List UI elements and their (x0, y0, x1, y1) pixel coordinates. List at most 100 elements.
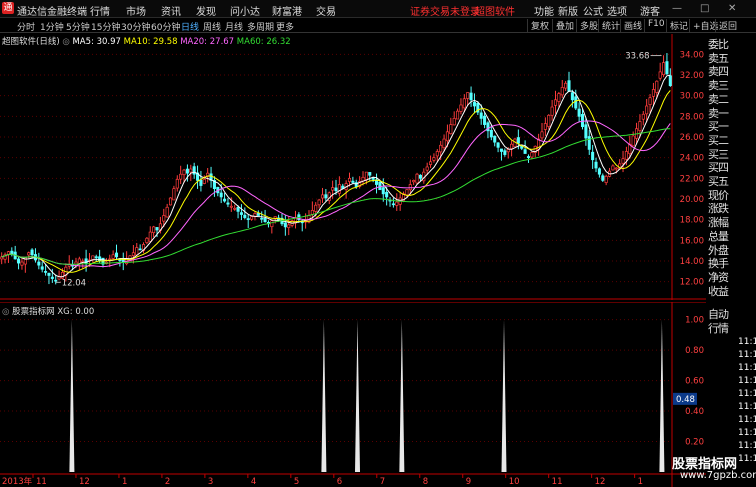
candle (655, 80, 659, 93)
candle (219, 192, 223, 198)
quote-tab-label[interactable]: 行情 (708, 320, 729, 336)
btn-multistock[interactable]: 多股 (576, 19, 598, 32)
period-monthly[interactable]: 月线 (225, 20, 243, 33)
candlestick-chart[interactable]: 34.00 32.00 30.00 28.00 26.00 24.00 22.00 20.00… (0, 34, 706, 300)
y-tick-label: 20.00 (680, 195, 704, 205)
candle (557, 93, 561, 102)
btn-mark[interactable]: 标记 (666, 19, 688, 32)
menu-news[interactable]: 资讯 (161, 3, 181, 18)
candle (263, 217, 267, 223)
login-notice[interactable]: 证券交易未登录 (410, 3, 480, 18)
candle (202, 179, 206, 184)
candle (516, 137, 520, 144)
btn-overlay[interactable]: 叠加 (552, 19, 574, 32)
quote-label: 收益 (708, 284, 729, 298)
period-1min[interactable]: 1分钟 (40, 20, 64, 33)
candle (594, 161, 598, 169)
candle (611, 165, 615, 171)
candle (621, 158, 625, 164)
candle (408, 184, 412, 191)
candle (243, 214, 247, 218)
guest-label[interactable]: 游客 (640, 3, 660, 18)
candle (378, 181, 382, 191)
candle (246, 218, 250, 221)
menu-discover[interactable]: 发现 (196, 3, 216, 18)
candle (361, 176, 365, 182)
candle (445, 131, 449, 142)
x-tick-label: 2 (165, 477, 170, 487)
candle (483, 115, 487, 125)
btn-fuquan[interactable]: 复权 (527, 19, 549, 32)
period-15min[interactable]: 15分钟 (91, 20, 120, 33)
y-tick-label: 28.00 (680, 112, 704, 122)
candle (30, 249, 34, 256)
period-more[interactable]: 更多 (276, 20, 294, 33)
minimize-icon[interactable]: — (672, 3, 682, 14)
period-fenshi[interactable]: 分时 (17, 20, 35, 33)
period-60min[interactable]: 60分钟 (151, 20, 180, 33)
y-tick-label: 32.00 (680, 71, 704, 81)
candle (469, 92, 473, 101)
candle (442, 138, 446, 149)
candle (540, 131, 544, 139)
candle (560, 87, 564, 96)
period-daily[interactable]: 日线 (181, 20, 199, 33)
candle (175, 179, 179, 189)
x-tick-label: 12 (79, 477, 90, 487)
indicator-chart[interactable]: 1.000.800.600.400.200.482013年 11 12 1 2 3 4 5 6 7… (0, 302, 706, 487)
tick-time: 11:1 (738, 415, 756, 425)
btn-f10[interactable]: F10 (644, 19, 665, 32)
candle (50, 276, 54, 279)
candle (499, 148, 503, 152)
x-tick-label: 10 (509, 477, 520, 487)
candle (351, 180, 355, 183)
high-annotation: 33.68 (625, 52, 649, 62)
tick-time: 11:1 (738, 363, 756, 373)
candle (466, 92, 470, 99)
candle (641, 113, 645, 120)
menu-function[interactable]: 功能 (534, 3, 554, 18)
maximize-icon[interactable]: □ (700, 3, 709, 14)
btn-draw[interactable]: 画线 (620, 19, 642, 32)
menu-wealth[interactable]: 财富港 (272, 3, 302, 18)
x-tick-label: 8 (423, 477, 428, 487)
y-tick-label: 26.00 (680, 133, 704, 143)
candle (165, 206, 169, 218)
candle (385, 191, 389, 198)
candle (567, 80, 571, 92)
y-tick-label: 30.00 (680, 92, 704, 102)
candle (597, 168, 601, 175)
menu-ask[interactable]: 问小达 (230, 3, 260, 18)
menu-quotes[interactable]: 行情 (90, 3, 110, 18)
period-multi[interactable]: 多周期 (247, 20, 274, 33)
candle (334, 187, 338, 192)
candle (624, 151, 628, 160)
close-icon[interactable]: ✕ (728, 3, 736, 14)
period-5min[interactable]: 5分钟 (66, 20, 90, 33)
menu-formula[interactable]: 公式 (583, 3, 603, 18)
candle (155, 227, 159, 231)
period-weekly[interactable]: 周线 (203, 20, 221, 33)
candle (118, 259, 122, 262)
y-tick-label: 24.00 (680, 154, 704, 164)
candle (638, 121, 642, 131)
candle (631, 135, 635, 147)
btn-back[interactable]: 返回 (715, 19, 737, 32)
menu-options[interactable]: 选项 (607, 3, 627, 18)
candle (317, 199, 321, 206)
candle (169, 197, 173, 206)
candle (20, 261, 24, 266)
period-30min[interactable]: 30分钟 (121, 20, 150, 33)
candle (395, 201, 399, 206)
menu-newversion[interactable]: 新版 (558, 3, 578, 18)
candle (310, 210, 314, 215)
candle (591, 151, 595, 161)
candle (135, 247, 139, 256)
menu-trade[interactable]: 交易 (316, 3, 336, 18)
candle (0, 256, 4, 260)
candle (503, 150, 507, 155)
candle (364, 171, 368, 181)
btn-stats[interactable]: 统计 (598, 19, 620, 32)
y-tick-label: 14.00 (680, 257, 704, 267)
menu-market[interactable]: 市场 (126, 3, 146, 18)
